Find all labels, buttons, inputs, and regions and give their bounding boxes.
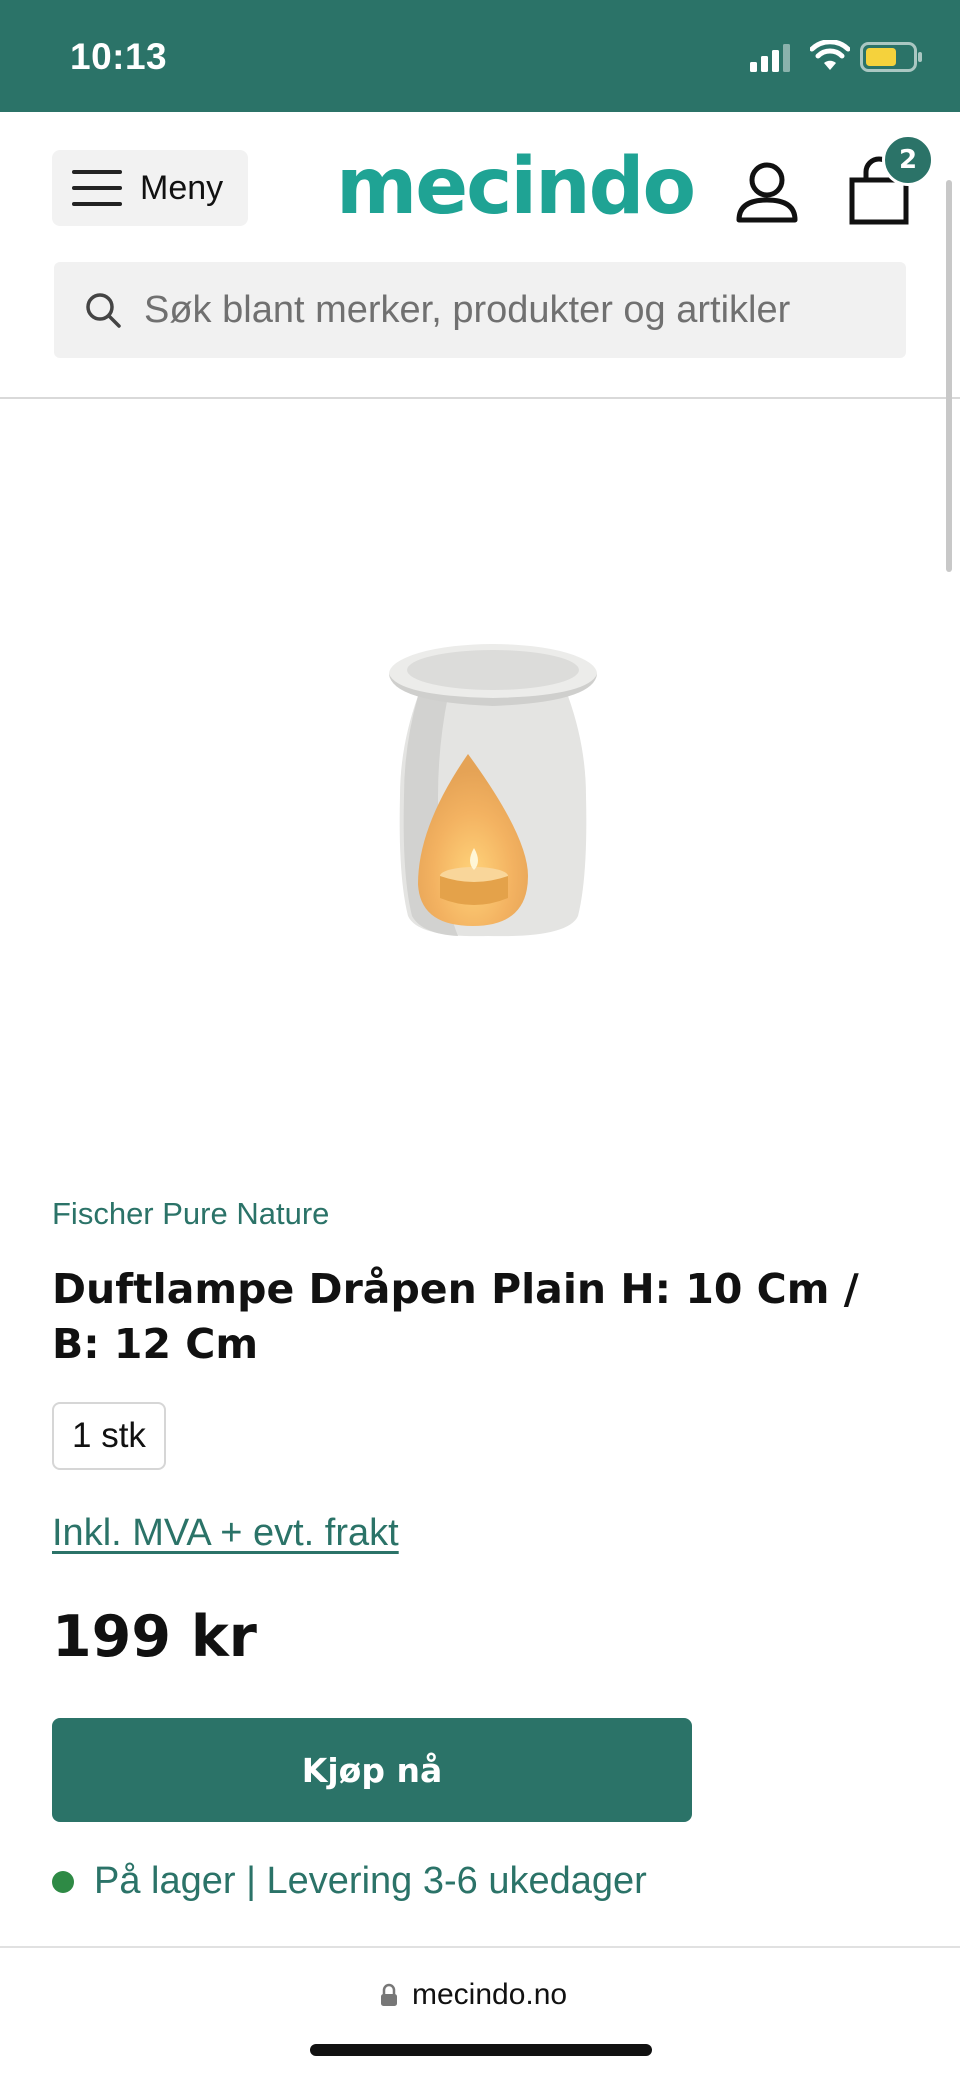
page-scrollbar[interactable] [946,180,952,572]
product-price: 199 kr [52,1604,257,1670]
search-bar[interactable]: Søk blant merker, produkter og artikler [54,262,906,358]
product-image[interactable] [378,636,608,946]
user-icon[interactable] [734,160,800,226]
stock-status: På lager | Levering 3-6 ukedager [52,1860,647,1903]
url-domain: mecindo.no [412,1978,568,2011]
lock-icon [381,1983,397,2006]
product-title: Duftlampe Dråpen Plain H: 10 Cm / B: 12 … [52,1265,859,1368]
stock-status-text: På lager | Levering 3-6 ukedager [94,1860,647,1902]
search-icon [86,293,121,328]
site-logo[interactable]: mecindo [336,142,696,232]
quantity-option[interactable]: 1 stk [52,1402,166,1470]
header-divider [0,397,960,399]
menu-button[interactable]: Meny [52,150,248,226]
cart-count-badge: 2 [882,134,934,186]
url-display[interactable]: mecindo.no [380,1978,567,2012]
wifi-icon [810,40,850,70]
status-bar: 10:13 [0,0,960,112]
home-indicator[interactable] [310,2044,652,2056]
browser-url-bar[interactable]: mecindo.no [0,1948,960,2079]
status-time: 10:13 [70,36,168,77]
in-stock-dot-icon [52,1870,74,1893]
menu-label: Meny [140,168,224,207]
buy-now-button[interactable]: Kjøp nå [52,1718,692,1822]
signal-icon [750,44,790,72]
search-input[interactable]: Søk blant merker, produkter og artikler [144,289,790,332]
product-brand[interactable]: Fischer Pure Nature [52,1196,329,1232]
site-header: Meny mecindo 2 Søk blant merker, produkt… [0,112,960,398]
hamburger-icon [72,170,122,206]
vat-shipping-link[interactable]: Inkl. MVA + evt. frakt [52,1512,399,1555]
battery-icon [860,42,922,72]
